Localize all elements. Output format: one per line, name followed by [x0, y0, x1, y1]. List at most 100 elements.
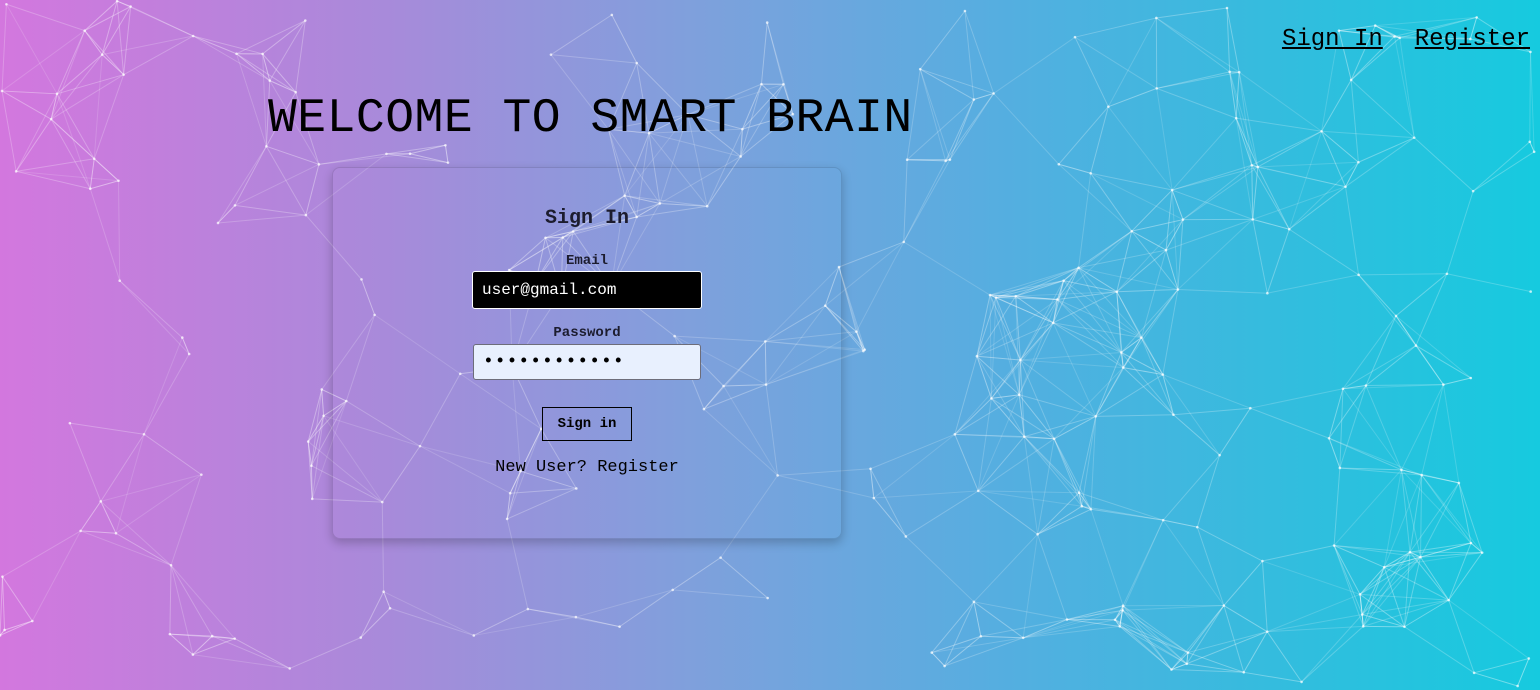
network-line — [1358, 273, 1447, 276]
network-line — [944, 637, 1024, 667]
network-line — [265, 146, 307, 216]
network-line — [1250, 407, 1330, 439]
network-line — [1529, 51, 1535, 152]
network-node — [904, 535, 908, 538]
network-line — [31, 530, 82, 622]
network-line — [1120, 289, 1179, 353]
network-node — [1222, 604, 1226, 607]
network-line — [1163, 519, 1198, 528]
network-node — [216, 221, 220, 225]
network-line — [1173, 414, 1220, 456]
network-node — [972, 98, 976, 101]
network-line — [170, 565, 194, 655]
network-node — [472, 634, 476, 637]
network-node — [1327, 436, 1331, 440]
nav-sign-in-link[interactable]: Sign In — [1282, 26, 1383, 53]
network-node — [1065, 618, 1069, 621]
network-line — [1266, 631, 1302, 683]
network-line — [1053, 322, 1142, 339]
email-field[interactable] — [472, 271, 702, 309]
network-line — [262, 20, 306, 55]
network-line — [1162, 519, 1225, 606]
network-line — [130, 6, 194, 37]
network-line — [1156, 17, 1230, 73]
network-line — [236, 53, 267, 147]
network-line — [1345, 162, 1359, 187]
network-line — [90, 180, 119, 190]
network-node — [446, 161, 450, 164]
network-node — [3, 628, 6, 632]
network-node — [1170, 668, 1173, 671]
sign-in-button[interactable]: Sign in — [542, 407, 632, 441]
network-node — [739, 155, 742, 158]
network-line — [760, 22, 768, 85]
network-line — [838, 241, 904, 268]
network-line — [169, 633, 194, 655]
network-node — [1408, 550, 1412, 554]
network-node — [930, 651, 934, 654]
network-line — [115, 474, 202, 534]
network-node — [49, 117, 53, 121]
network-node — [117, 179, 120, 183]
network-line — [444, 145, 449, 163]
network-line — [295, 20, 306, 93]
network-node — [1017, 393, 1021, 397]
network-line — [217, 205, 236, 224]
network-line — [1358, 137, 1415, 163]
network-node — [1181, 218, 1185, 221]
network-line — [1334, 545, 1411, 553]
new-user-register-link[interactable]: New User? Register — [495, 458, 679, 477]
network-line — [1, 4, 7, 91]
network-node — [1140, 336, 1143, 339]
network-line — [1156, 17, 1240, 73]
network-node — [261, 52, 264, 56]
network-line — [1421, 474, 1472, 544]
network-line — [931, 637, 1024, 654]
network-node — [191, 653, 195, 656]
network-line — [1252, 219, 1268, 294]
network-line — [56, 93, 95, 160]
network-node — [1161, 373, 1165, 376]
network-line — [870, 433, 956, 470]
network-line — [1257, 161, 1359, 168]
network-line — [1171, 189, 1253, 220]
network-node — [79, 529, 82, 533]
network-node — [635, 61, 639, 65]
network-node — [618, 625, 621, 628]
network-node — [988, 293, 992, 297]
network-line — [1095, 414, 1174, 417]
password-field[interactable] — [473, 344, 701, 380]
network-node — [1121, 604, 1125, 608]
network-node — [979, 634, 983, 638]
network-line — [1090, 172, 1173, 191]
network-line — [234, 146, 267, 206]
network-node — [168, 632, 172, 636]
network-node — [863, 348, 867, 351]
network-node — [1120, 351, 1123, 354]
network-line — [1022, 534, 1039, 638]
network-node — [1361, 625, 1365, 628]
network-line — [1, 30, 85, 92]
network-line — [1473, 672, 1518, 687]
network-line — [236, 53, 271, 82]
network-node — [1480, 551, 1484, 554]
network-line — [1156, 71, 1240, 89]
network-node — [855, 330, 858, 333]
network-node — [1022, 435, 1026, 438]
network-line — [1288, 161, 1359, 230]
network-line — [919, 69, 947, 162]
network-node — [869, 467, 872, 471]
network-node — [1357, 273, 1360, 277]
network-node — [1164, 248, 1168, 252]
network-line — [143, 337, 183, 435]
network-node — [1349, 78, 1353, 82]
network-line — [672, 557, 721, 591]
network-node — [359, 636, 363, 639]
network-line — [1235, 117, 1259, 168]
nav-register-link[interactable]: Register — [1415, 26, 1530, 53]
network-line — [931, 652, 945, 667]
network-line — [1162, 454, 1221, 521]
network-line — [973, 533, 1038, 603]
network-node — [1073, 35, 1077, 39]
network-node — [1089, 507, 1093, 511]
